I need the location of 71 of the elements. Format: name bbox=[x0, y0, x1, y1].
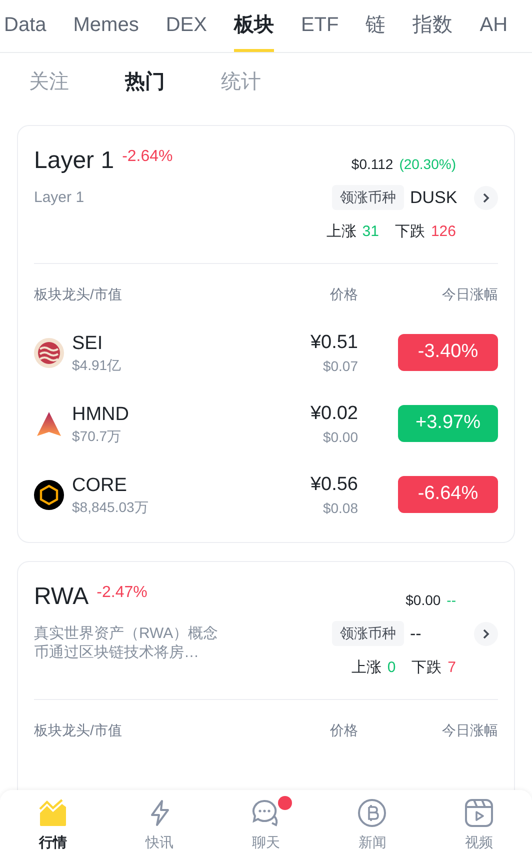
sector-change: -2.47% bbox=[96, 583, 148, 603]
bitcoin-icon bbox=[357, 798, 388, 828]
leader-tag: 领涨币种 bbox=[332, 185, 404, 210]
nav-tab[interactable]: 新闻 bbox=[319, 790, 426, 860]
coin-price-usd: $0.07 bbox=[322, 356, 358, 376]
leader-price: $0.00 bbox=[406, 591, 441, 610]
rise-count: 0 bbox=[387, 658, 396, 678]
rise-label: 上涨 bbox=[326, 222, 356, 242]
category-tab[interactable]: ETF bbox=[300, 13, 339, 52]
video-icon bbox=[464, 798, 494, 828]
column-header: 今日涨幅 bbox=[441, 285, 498, 304]
fall-count: 7 bbox=[448, 658, 456, 678]
nav-tab[interactable]: 视频 bbox=[426, 790, 532, 860]
chevron-button[interactable] bbox=[474, 622, 498, 646]
coin-price: ¥0.56 bbox=[310, 472, 358, 496]
leader-tag: 领涨币种 bbox=[332, 621, 404, 646]
coin-row[interactable]: HMND $70.7万 ¥0.02 $0.00 +3.97% bbox=[34, 388, 498, 459]
coin-row[interactable]: SEI $4.91亿 ¥0.51 $0.07 -3.40% bbox=[34, 317, 498, 388]
coin-row[interactable]: CORE $8,845.03万 ¥0.56 $0.08 -6.64% bbox=[34, 459, 498, 530]
leader-change: (20.30%) bbox=[399, 155, 456, 174]
fall-count: 126 bbox=[430, 222, 456, 242]
leader-symbol: -- bbox=[410, 623, 422, 645]
nav-tab[interactable]: 行情 bbox=[0, 790, 106, 860]
rise-count: 31 bbox=[362, 222, 379, 242]
market-cap: $4.91亿 bbox=[72, 356, 122, 374]
category-tab[interactable]: DEX bbox=[166, 13, 207, 52]
category-tab[interactable]: 链 bbox=[366, 13, 386, 52]
coin-price: ¥0.02 bbox=[310, 402, 358, 426]
change-badge: -3.40% bbox=[398, 334, 498, 371]
coin-symbol: CORE bbox=[72, 474, 128, 498]
change-badge: -6.64% bbox=[398, 476, 498, 513]
chart-icon bbox=[38, 798, 68, 826]
sector-name: RWA bbox=[34, 582, 89, 612]
chevron-right-icon bbox=[482, 192, 490, 204]
leader-price: $0.112 bbox=[351, 155, 394, 174]
coin-price-usd: $0.08 bbox=[322, 498, 358, 518]
category-tab[interactable]: 指数 bbox=[412, 13, 453, 52]
sector-card[interactable]: Layer 1 -2.64% Layer 1 $0.112 (20.30%) 领涨币种 DUSK 上涨 31 下跌 126 板块龙头/市值 价格 今日涨幅 SEI $4.91亿 ¥0.51 $0.07 -3.40% HMND $70.7万 ¥0.02 $0.00 +3.97% CORE $8,845.03万 ¥0.56 $0.08 -6.64% bbox=[17, 125, 515, 543]
column-header: 板块龙头/市值 bbox=[34, 285, 123, 304]
category-tab[interactable]: Memes bbox=[73, 13, 139, 52]
hexagon-coin-icon bbox=[34, 480, 64, 510]
fall-label: 下跌 bbox=[394, 222, 425, 242]
sector-description: 真实世界资产（RWA）概念币通过区块链技术将房… bbox=[34, 624, 220, 662]
coin-price-usd: $0.00 bbox=[322, 428, 358, 446]
category-tab[interactable]: AH bbox=[480, 13, 508, 52]
leader-symbol: DUSK bbox=[410, 187, 458, 209]
sub-tab[interactable]: 热门 bbox=[125, 66, 165, 96]
category-tab[interactable]: 板块 bbox=[234, 13, 274, 52]
coin-icon bbox=[34, 338, 64, 368]
chevron-right-icon bbox=[482, 628, 490, 640]
category-tab[interactable]: Data bbox=[4, 13, 46, 52]
column-header: 板块龙头/市值 bbox=[34, 721, 123, 740]
sector-name: Layer 1 bbox=[34, 146, 114, 176]
column-header: 价格 bbox=[329, 285, 358, 304]
market-cap: $8,845.03万 bbox=[72, 498, 148, 516]
sector-card[interactable]: RWA -2.47% 真实世界资产（RWA）概念币通过区块链技术将房… $0.00 -- 领涨币种 -- 上涨 0 下跌 7 板块龙头/市值 价格 今日涨幅 bbox=[17, 561, 515, 790]
column-header: 今日涨幅 bbox=[441, 721, 498, 740]
sector-description: Layer 1 bbox=[34, 188, 86, 207]
leader-change: -- bbox=[446, 591, 456, 610]
chevron-button[interactable] bbox=[474, 186, 498, 210]
market-cap: $70.7万 bbox=[72, 426, 122, 444]
rise-label: 上涨 bbox=[351, 658, 382, 678]
nav-tab[interactable]: 快讯 bbox=[106, 790, 213, 860]
coin-symbol: HMND bbox=[72, 402, 129, 426]
fall-label: 下跌 bbox=[412, 658, 442, 678]
change-badge: +3.97% bbox=[398, 405, 498, 442]
sector-change: -2.64% bbox=[122, 147, 173, 167]
nav-tab[interactable]: 聊天 bbox=[212, 790, 320, 860]
coin-price: ¥0.51 bbox=[310, 330, 358, 354]
column-header: 价格 bbox=[329, 721, 358, 740]
coin-symbol: SEI bbox=[72, 332, 104, 356]
